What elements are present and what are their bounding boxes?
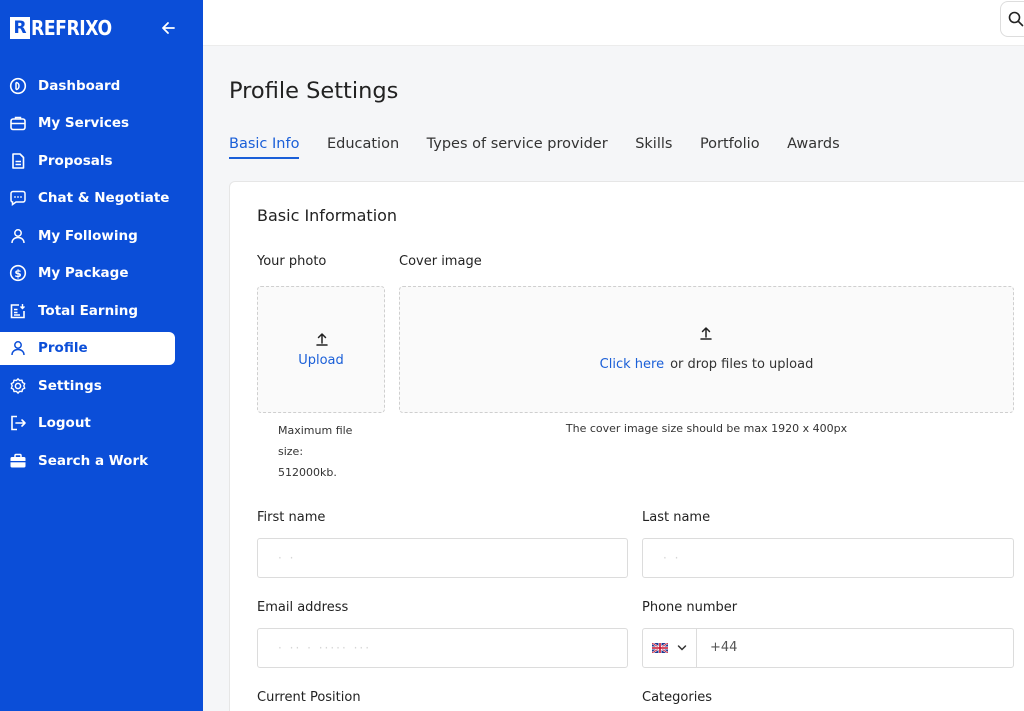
email-value: · ·· · ····· ··· <box>278 641 372 655</box>
first-name-field[interactable]: · · <box>257 538 628 578</box>
phone-field[interactable]: +44 <box>642 628 1014 668</box>
document-icon <box>8 151 28 171</box>
sidebar-item-my-following[interactable]: My Following <box>0 217 203 255</box>
first-name-label: First name <box>257 510 326 525</box>
user-icon <box>8 338 28 358</box>
last-name-field[interactable]: · · <box>642 538 1014 578</box>
chat-icon <box>8 188 28 208</box>
search-icon <box>1008 11 1024 27</box>
section-title: Basic Information <box>257 206 398 225</box>
tab-education[interactable]: Education <box>327 136 399 159</box>
gear-icon <box>8 376 28 396</box>
email-label: Email address <box>257 600 349 615</box>
sidebar-item-label: Total Earning <box>38 302 139 319</box>
sidebar-item-settings[interactable]: Settings <box>0 367 203 405</box>
sidebar: R REFRIXO Dashboard My Services Proposal… <box>0 0 203 711</box>
earning-icon <box>8 301 28 321</box>
phone-label: Phone number <box>642 600 738 615</box>
last-name-value: · · <box>663 551 681 565</box>
photo-hint-line: Maximum file <box>278 424 353 437</box>
sidebar-item-label: Profile <box>38 340 88 357</box>
categories-label: Categories <box>642 690 713 705</box>
email-field[interactable]: · ·· · ····· ··· <box>257 628 628 668</box>
drop-files-text: or drop files to upload <box>670 357 814 372</box>
brand-logo[interactable]: R REFRIXO <box>10 16 125 40</box>
sidebar-item-label: Logout <box>38 415 91 432</box>
collapse-sidebar-button[interactable] <box>158 17 180 39</box>
upload-arrow-icon <box>700 327 712 340</box>
cover-size-hint: The cover image size should be max 1920 … <box>565 422 848 435</box>
toolbox-icon <box>8 451 28 471</box>
current-position-label: Current Position <box>257 690 361 705</box>
photo-hint-line: 512000kb. <box>278 466 337 479</box>
upload-button[interactable]: Upload <box>258 353 384 368</box>
user-icon <box>8 226 28 246</box>
cover-upload-dropzone[interactable]: Click here or drop files to upload <box>399 286 1014 413</box>
sidebar-nav: Dashboard My Services Proposals Chat & N… <box>0 67 203 480</box>
logout-icon <box>8 413 28 433</box>
sidebar-item-label: My Package <box>38 265 129 282</box>
top-bar <box>203 0 1024 46</box>
photo-upload-dropzone[interactable]: Upload <box>257 286 385 413</box>
cover-image-label: Cover image <box>399 254 482 269</box>
search-button[interactable] <box>1000 1 1024 37</box>
photo-label: Your photo <box>257 254 327 269</box>
tab-basic-info[interactable]: Basic Info <box>229 136 300 159</box>
logo-text: REFRIXO <box>31 16 112 40</box>
phone-value: +44 <box>710 640 738 655</box>
click-here-link[interactable]: Click here <box>600 357 664 372</box>
arrow-left-icon <box>162 22 175 34</box>
tab-types-of-service-provider[interactable]: Types of service provider <box>427 136 608 159</box>
sidebar-item-dashboard[interactable]: Dashboard <box>0 67 203 105</box>
sidebar-item-profile[interactable]: Profile <box>0 330 203 368</box>
tab-skills[interactable]: Skills <box>635 136 672 159</box>
page-title: Profile Settings <box>229 78 399 104</box>
sidebar-item-my-package[interactable]: $ My Package <box>0 255 203 293</box>
upload-arrow-icon <box>316 333 328 346</box>
sidebar-item-label: Settings <box>38 377 102 394</box>
sidebar-item-total-earning[interactable]: Total Earning <box>0 292 203 330</box>
sidebar-item-my-services[interactable]: My Services <box>0 105 203 143</box>
tab-portfolio[interactable]: Portfolio <box>700 136 760 159</box>
logo-mark-icon: R <box>10 17 30 39</box>
first-name-value: · · <box>278 551 296 565</box>
sidebar-item-search-a-work[interactable]: Search a Work <box>0 442 203 480</box>
country-code-select[interactable] <box>643 629 697 667</box>
chevron-down-icon <box>677 645 687 651</box>
sidebar-item-label: My Following <box>38 227 138 244</box>
dollar-icon: $ <box>8 263 28 283</box>
sidebar-item-label: Search a Work <box>38 452 149 469</box>
photo-size-hint: Maximum file size: 512000kb. <box>278 420 352 483</box>
profile-tabs: Basic Info Education Types of service pr… <box>229 136 867 159</box>
sidebar-item-proposals[interactable]: Proposals <box>0 142 203 180</box>
briefcase-icon <box>8 113 28 133</box>
sidebar-item-chat-negotiate[interactable]: Chat & Negotiate <box>0 180 203 218</box>
tab-awards[interactable]: Awards <box>787 136 840 159</box>
sidebar-item-label: Proposals <box>38 152 113 169</box>
uk-flag-icon <box>652 643 668 653</box>
sidebar-item-label: Chat & Negotiate <box>38 190 170 207</box>
sidebar-item-label: My Services <box>38 115 130 132</box>
last-name-label: Last name <box>642 510 711 525</box>
photo-hint-line: size: <box>278 445 304 458</box>
cover-upload-text: Click here or drop files to upload <box>400 357 1013 372</box>
svg-text:$: $ <box>14 268 21 280</box>
sidebar-item-label: Dashboard <box>38 77 121 94</box>
sidebar-item-logout[interactable]: Logout <box>0 405 203 443</box>
dashboard-icon <box>8 76 28 96</box>
